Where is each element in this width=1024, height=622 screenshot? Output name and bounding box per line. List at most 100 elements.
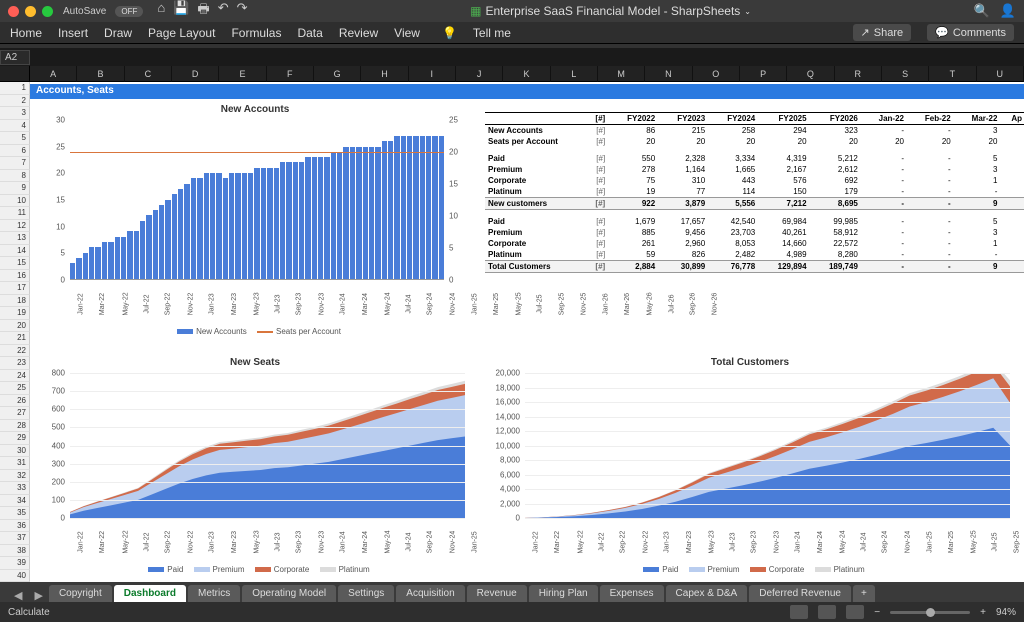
row-header[interactable]: 4 <box>0 120 30 133</box>
column-header[interactable]: H <box>361 66 408 82</box>
sheet-tab-revenue[interactable]: Revenue <box>467 585 527 602</box>
tab-formulas[interactable]: Formulas <box>231 26 281 40</box>
share-button[interactable]: ↗Share <box>853 24 912 41</box>
tab-draw[interactable]: Draw <box>104 26 132 40</box>
row-header[interactable]: 37 <box>0 532 30 545</box>
column-header[interactable]: S <box>882 66 929 82</box>
row-header[interactable]: 5 <box>0 132 30 145</box>
row-header[interactable]: 9 <box>0 182 30 195</box>
column-header[interactable]: B <box>77 66 124 82</box>
comments-button[interactable]: 💬Comments <box>927 24 1014 41</box>
column-header[interactable]: K <box>503 66 550 82</box>
sheet-content[interactable]: Accounts, Seats New Accounts 05101520253… <box>30 82 1024 582</box>
worksheet-area[interactable]: 1234567891011121314151617181920212223242… <box>0 82 1024 582</box>
row-header[interactable]: 3 <box>0 107 30 120</box>
print-icon[interactable]: 🖶 <box>197 0 209 22</box>
row-header[interactable]: 26 <box>0 395 30 408</box>
row-header[interactable]: 6 <box>0 145 30 158</box>
row-header[interactable]: 34 <box>0 495 30 508</box>
row-header[interactable]: 32 <box>0 470 30 483</box>
tab-home[interactable]: Home <box>10 26 42 40</box>
column-header[interactable]: C <box>125 66 172 82</box>
row-header[interactable]: 33 <box>0 482 30 495</box>
column-header[interactable]: N <box>645 66 692 82</box>
tab-insert[interactable]: Insert <box>58 26 88 40</box>
column-header[interactable]: F <box>267 66 314 82</box>
column-header[interactable]: O <box>693 66 740 82</box>
row-header[interactable]: 21 <box>0 332 30 345</box>
row-header[interactable]: 2 <box>0 95 30 108</box>
sheet-nav-prev-icon[interactable]: ◀ <box>8 589 28 602</box>
sheet-tab-acquisition[interactable]: Acquisition <box>396 585 464 602</box>
row-header[interactable]: 8 <box>0 170 30 183</box>
row-header[interactable]: 35 <box>0 507 30 520</box>
row-header[interactable]: 29 <box>0 432 30 445</box>
column-header[interactable]: E <box>219 66 266 82</box>
column-header[interactable]: M <box>598 66 645 82</box>
zoom-level[interactable]: 94% <box>996 607 1016 618</box>
row-header[interactable]: 24 <box>0 370 30 383</box>
column-header[interactable]: P <box>740 66 787 82</box>
data-table[interactable]: [#]FY2022FY2023FY2024FY2025FY2026Jan-22F… <box>485 112 1024 273</box>
column-header[interactable]: U <box>977 66 1024 82</box>
row-header[interactable]: 18 <box>0 295 30 308</box>
sheet-tab-hiring-plan[interactable]: Hiring Plan <box>529 585 598 602</box>
row-header[interactable]: 36 <box>0 520 30 533</box>
row-header[interactable]: 1 <box>0 82 30 95</box>
tab-review[interactable]: Review <box>339 26 378 40</box>
view-page-break-button[interactable] <box>846 605 864 619</box>
add-sheet-button[interactable]: + <box>853 585 875 602</box>
row-header[interactable]: 15 <box>0 257 30 270</box>
zoom-slider[interactable] <box>890 611 970 614</box>
tellme-field[interactable]: Tell me <box>473 26 511 40</box>
sheet-tab-settings[interactable]: Settings <box>338 585 394 602</box>
home-icon[interactable]: ⌂ <box>157 0 165 22</box>
zoom-in-icon[interactable]: + <box>980 607 986 618</box>
row-header[interactable]: 19 <box>0 307 30 320</box>
tab-view[interactable]: View <box>394 26 420 40</box>
sheet-tab-dashboard[interactable]: Dashboard <box>114 585 186 602</box>
save-icon[interactable]: 💾 <box>173 0 189 22</box>
chart-total-customers[interactable]: Total Customers 02,0004,0006,0008,00010,… <box>485 357 1015 577</box>
row-header[interactable]: 39 <box>0 557 30 570</box>
column-header[interactable]: D <box>172 66 219 82</box>
undo-icon[interactable]: ↶ <box>218 0 229 22</box>
sheet-tab-metrics[interactable]: Metrics <box>188 585 240 602</box>
tab-data[interactable]: Data <box>297 26 322 40</box>
chevron-down-icon[interactable]: ⌄ <box>744 7 751 16</box>
sheet-tab-copyright[interactable]: Copyright <box>49 585 112 602</box>
view-page-layout-button[interactable] <box>818 605 836 619</box>
column-header[interactable]: I <box>409 66 456 82</box>
sheet-nav-next-icon[interactable]: ▶ <box>28 589 48 602</box>
row-header[interactable]: 23 <box>0 357 30 370</box>
column-header[interactable]: R <box>835 66 882 82</box>
sheet-tab-deferred-revenue[interactable]: Deferred Revenue <box>749 585 851 602</box>
row-header[interactable]: 27 <box>0 407 30 420</box>
row-header[interactable]: 16 <box>0 270 30 283</box>
view-normal-button[interactable] <box>790 605 808 619</box>
column-header[interactable]: A <box>30 66 77 82</box>
close-window-button[interactable] <box>8 6 19 17</box>
row-header[interactable]: 22 <box>0 345 30 358</box>
row-header[interactable]: 25 <box>0 382 30 395</box>
column-header[interactable]: Q <box>787 66 834 82</box>
row-header[interactable]: 12 <box>0 220 30 233</box>
search-icon[interactable]: 🔍 <box>974 3 990 19</box>
autosave-toggle[interactable]: OFF <box>115 6 143 17</box>
row-header[interactable]: 14 <box>0 245 30 258</box>
sheet-tab-capex-d-a[interactable]: Capex & D&A <box>666 585 748 602</box>
row-header[interactable]: 7 <box>0 157 30 170</box>
row-header[interactable]: 20 <box>0 320 30 333</box>
column-header[interactable]: G <box>314 66 361 82</box>
chart-new-seats[interactable]: New Seats 0100200300400500600700800 Jan-… <box>40 357 470 577</box>
row-header[interactable]: 31 <box>0 457 30 470</box>
select-all-corner[interactable] <box>0 66 30 82</box>
column-header[interactable]: L <box>551 66 598 82</box>
sheet-tab-operating-model[interactable]: Operating Model <box>242 585 336 602</box>
minimize-window-button[interactable] <box>25 6 36 17</box>
row-header[interactable]: 13 <box>0 232 30 245</box>
row-header[interactable]: 10 <box>0 195 30 208</box>
column-header[interactable]: T <box>929 66 976 82</box>
row-header[interactable]: 17 <box>0 282 30 295</box>
row-header[interactable]: 40 <box>0 570 30 583</box>
